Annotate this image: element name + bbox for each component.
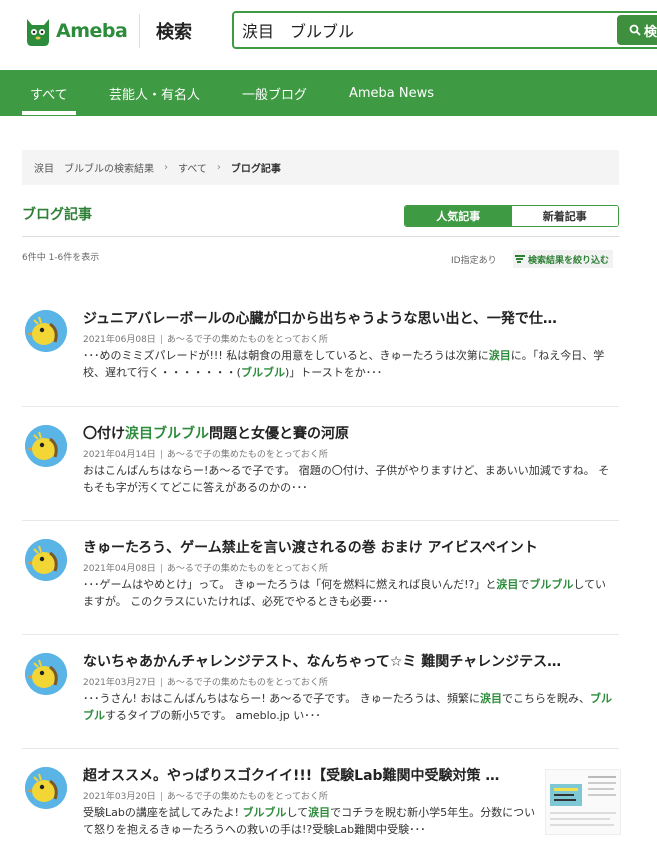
sort-toggle: 人気記事 新着記事 <box>404 205 619 227</box>
search-button[interactable]: 検 <box>617 15 657 45</box>
narrow-results-label: 検索結果を絞り込む <box>528 255 610 266</box>
post-date: 2021年06月08日 <box>83 335 156 345</box>
result-snippet: 受験Labの講座を試してみたよ! ブルブルして涙目でコチラを睨む新小学5年生。分… <box>83 804 543 838</box>
result-title[interactable]: きゅーたろう、ゲーム禁止を言い渡されるの巻 おまけ アイビスペイント <box>83 537 603 557</box>
tab-celebrities[interactable]: 芸能人・有名人 <box>109 70 200 116</box>
blog-avatar[interactable] <box>25 767 67 809</box>
blog-name[interactable]: あ～るで子の集めたものをとっておく所 <box>167 564 328 574</box>
category-nav: すべて 芸能人・有名人 一般ブログ Ameba News <box>0 70 657 116</box>
result-meta: 2021年04月14日 | あ～るで子の集めたものをとっておく所 <box>83 447 328 460</box>
snippet-text: ･･･めのミミズパレードが!!! 私は朝食の用意をしていると、きゅーたろうは次第… <box>83 349 489 362</box>
active-tab-indicator <box>22 111 76 115</box>
blog-avatar[interactable] <box>25 425 67 467</box>
blog-avatar[interactable] <box>25 539 67 581</box>
breadcrumb-current: ブログ記事 <box>230 164 281 175</box>
result-divider <box>22 406 619 407</box>
result-divider <box>22 748 619 749</box>
title-highlight: 涙目ブルブル <box>125 426 209 442</box>
result-item[interactable]: 超オススメ。やっぱりスゴクイイ!!!【受験Lab難関中受験対策 … 2021年03… <box>22 765 621 845</box>
result-title[interactable]: 超オススメ。やっぱりスゴクイイ!!!【受験Lab難関中受験対策 … <box>83 765 538 785</box>
breadcrumb: 涙目 ブルブルの検索結果 › すべて › ブログ記事 <box>22 150 619 185</box>
result-divider <box>22 634 619 635</box>
post-date: 2021年04月08日 <box>83 564 156 574</box>
blog-name[interactable]: あ～るで子の集めたものをとっておく所 <box>167 678 328 688</box>
post-date: 2021年04月14日 <box>83 450 156 460</box>
header-title: 検索 <box>156 22 192 43</box>
result-divider <box>22 520 619 521</box>
tab-all[interactable]: すべて <box>30 70 68 116</box>
sort-new-button[interactable]: 新着記事 <box>511 206 618 226</box>
search-button-label: 検 <box>644 24 657 40</box>
breadcrumb-search-results[interactable]: 涙目 ブルブルの検索結果 <box>34 160 154 175</box>
snippet-highlight: ブルブル <box>242 806 287 819</box>
snippet-highlight: 涙目 <box>308 806 331 819</box>
result-snippet: おはこんばんちはならー!あ～るで子です。 宿題の〇付け、子供がやりますけど、まあ… <box>83 462 613 496</box>
title-text: 〇付け <box>83 426 125 442</box>
logo-text: Ameba <box>56 20 128 42</box>
result-title[interactable]: 〇付け涙目ブルブル問題と女優と賽の河原 <box>83 423 603 443</box>
blog-name[interactable]: あ～るで子の集めたものをとっておく所 <box>167 450 328 460</box>
post-date: 2021年03月20日 <box>83 792 156 802</box>
filter-icon <box>515 255 525 263</box>
snippet-highlight: ブルブル <box>240 366 285 379</box>
narrow-results-button[interactable]: 検索結果を絞り込む <box>513 250 614 268</box>
snippet-text: おはこんばんちはならー!あ～るで子です。 宿題の〇付け、子供がやりますけど、まあ… <box>83 464 610 494</box>
header-divider <box>139 14 140 48</box>
result-item[interactable]: ジュニアバレーボールの心臓が口から出ちゃうような思い出と、一発で仕… 2021年0… <box>22 308 619 388</box>
result-meta: 2021年06月08日 | あ～るで子の集めたものをとっておく所 <box>83 332 328 345</box>
result-item[interactable]: きゅーたろう、ゲーム禁止を言い渡されるの巻 おまけ アイビスペイント 2021年0… <box>22 537 619 617</box>
result-meta: 2021年03月20日 | あ～るで子の集めたものをとっておく所 <box>83 789 328 802</box>
meta-separator: | <box>159 450 163 460</box>
snippet-highlight: ブルブル <box>529 578 574 591</box>
snippet-text: するタイプの新小5です。 ameblo.jp い･･･ <box>105 709 321 722</box>
snippet-text: 受験Labの講座を試してみたよ! <box>83 806 243 819</box>
result-meta: 2021年03月27日 | あ～るで子の集めたものをとっておく所 <box>83 675 328 688</box>
ameba-mascot-icon <box>24 15 52 47</box>
meta-separator: | <box>159 564 163 574</box>
ameba-logo[interactable]: Ameba <box>24 14 128 48</box>
search-icon <box>629 24 641 36</box>
result-item[interactable]: ないちゃあかんチャレンジテスト、なんちゃって☆ミ 難関チャレンジテス… 2021年… <box>22 651 619 731</box>
sort-popular-button[interactable]: 人気記事 <box>405 206 512 226</box>
tab-general-blogs[interactable]: 一般ブログ <box>242 70 307 116</box>
snippet-text: ･･･ゲームはやめとけ」って。 きゅーたろうは「何を燃料に燃えれば良いんだ!?」… <box>83 578 497 591</box>
search-input[interactable] <box>242 19 602 41</box>
result-snippet: ･･･うさん! おはこんばんちはならー! あ～るで子です。 きゅーたろうは、頻繁… <box>83 690 613 724</box>
meta-separator: | <box>159 678 163 688</box>
result-item[interactable]: 〇付け涙目ブルブル問題と女優と賽の河原 2021年04月14日 | あ～るで子の集めた… <box>22 423 619 503</box>
post-date: 2021年03月27日 <box>83 678 156 688</box>
meta-separator: | <box>159 792 163 802</box>
snippet-text: )」トーストをか･･･ <box>284 366 383 379</box>
search-box: 検 <box>232 11 657 49</box>
snippet-text: ･･･うさん! おはこんばんちはならー! あ～るで子です。 きゅーたろうは、頻繁… <box>83 692 481 705</box>
snippet-highlight: 涙目 <box>496 578 519 591</box>
tab-ameba-news[interactable]: Ameba News <box>349 70 434 116</box>
section-title: ブログ記事 <box>22 207 92 223</box>
blog-avatar[interactable] <box>25 310 67 352</box>
result-snippet: ･･･ゲームはやめとけ」って。 きゅーたろうは「何を燃料に燃えれば良いんだ!?」… <box>83 576 613 610</box>
result-count: 6件中 1-6件を表示 <box>22 253 100 263</box>
snippet-text: で <box>518 578 530 591</box>
result-thumbnail[interactable] <box>545 769 621 835</box>
chevron-right-icon: › <box>164 162 168 173</box>
blog-name[interactable]: あ～るで子の集めたものをとっておく所 <box>167 792 328 802</box>
snippet-highlight: 涙目 <box>480 692 503 705</box>
chevron-right-icon: › <box>216 162 221 173</box>
header: Ameba 検索 検 <box>0 0 657 70</box>
result-title[interactable]: ないちゃあかんチャレンジテスト、なんちゃって☆ミ 難関チャレンジテス… <box>83 651 603 671</box>
blog-avatar[interactable] <box>25 653 67 695</box>
snippet-text: して <box>286 806 309 819</box>
id-filter-status: ID指定あり <box>451 256 497 266</box>
result-snippet: ･･･めのミミズパレードが!!! 私は朝食の用意をしていると、きゅーたろうは次第… <box>83 347 613 381</box>
meta-separator: | <box>159 335 163 345</box>
result-title[interactable]: ジュニアバレーボールの心臓が口から出ちゃうような思い出と、一発で仕… <box>83 308 603 328</box>
breadcrumb-all[interactable]: すべて <box>178 160 207 175</box>
snippet-highlight: 涙目 <box>488 349 511 362</box>
divider <box>22 236 619 237</box>
title-text: 問題と女優と賽の河原 <box>209 426 349 442</box>
snippet-text: でこちらを睨み、 <box>502 692 591 705</box>
blog-name[interactable]: あ～るで子の集めたものをとっておく所 <box>167 335 328 345</box>
result-meta: 2021年04月08日 | あ～るで子の集めたものをとっておく所 <box>83 561 328 574</box>
